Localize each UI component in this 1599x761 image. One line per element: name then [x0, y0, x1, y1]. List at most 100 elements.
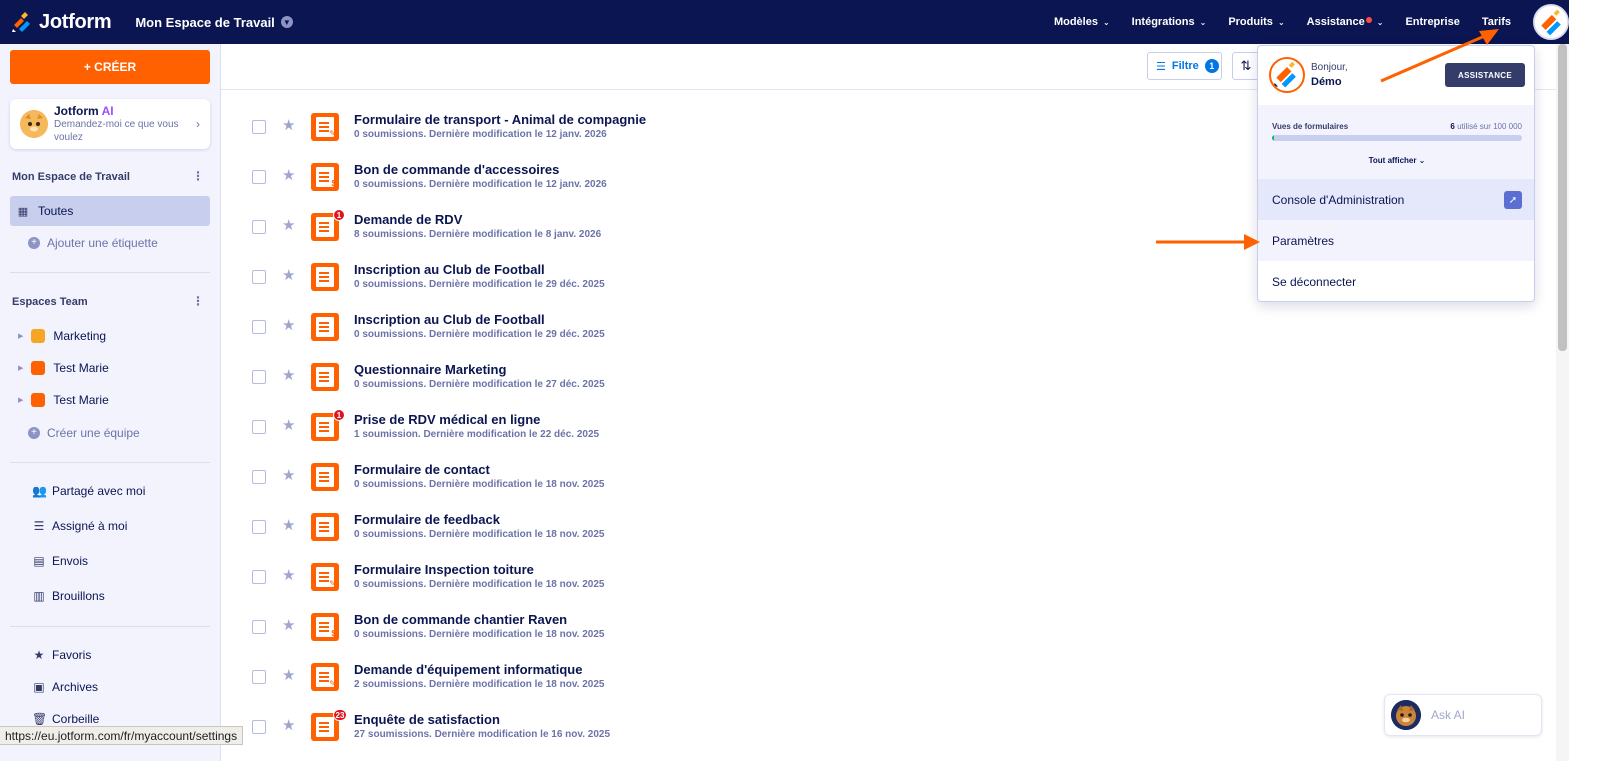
star-icon[interactable]: ★ — [282, 516, 295, 534]
team-item-test-marie[interactable]: ▶ Test Marie — [10, 353, 210, 383]
form-checkbox[interactable] — [252, 220, 266, 234]
star-icon[interactable]: ★ — [282, 116, 295, 134]
form-row[interactable]: ★ ✎ Formulaire Inspection toiture 0 soumiss… — [221, 552, 1261, 602]
sidebar-item-toutes[interactable]: ▦ Toutes — [10, 196, 210, 226]
add-label-button[interactable]: + Ajouter une étiquette — [10, 228, 210, 258]
form-checkbox[interactable] — [252, 320, 266, 334]
form-checkbox[interactable] — [252, 370, 266, 384]
caret-right-icon[interactable]: ▶ — [18, 364, 23, 372]
form-row[interactable]: ★ $ Bon de commande chantier Raven 0 soumis… — [221, 602, 1261, 652]
form-icon-line — [319, 530, 329, 532]
form-icon-line — [319, 726, 329, 728]
form-title[interactable]: Demande d'équipement informatique — [354, 662, 582, 677]
form-row[interactable]: ★ Formulaire de feedback 0 soumissions. De… — [221, 502, 1261, 552]
star-icon[interactable]: ★ — [282, 416, 295, 434]
sidebar-item-favorites[interactable]: ★ Favoris — [32, 640, 92, 670]
sidebar-item-assigned[interactable]: ☰ Assigné à moi — [32, 511, 128, 541]
form-title[interactable]: Demande de RDV — [354, 212, 462, 227]
more-options-icon[interactable]: ⋮ — [192, 294, 204, 308]
form-title[interactable]: Inscription au Club de Football — [354, 262, 545, 277]
form-row[interactable]: ★ Inscription au Club de Football 0 soumis… — [221, 252, 1261, 302]
team-icon — [31, 329, 46, 343]
sidebar-item-sent[interactable]: ▤ Envois — [32, 546, 88, 576]
star-icon[interactable]: ★ — [282, 316, 295, 334]
nav-produits[interactable]: Produits ⌄ — [1228, 16, 1284, 28]
scrollbar-thumb[interactable] — [1558, 44, 1567, 351]
form-title[interactable]: Formulaire de contact — [354, 462, 490, 477]
form-row[interactable]: ★ 1 Demande de RDV 8 soumissions. Dernière … — [221, 202, 1261, 252]
form-row[interactable]: ★ ✎ Demande d'équipement informatique 2 sou… — [221, 652, 1261, 702]
more-options-icon[interactable]: ⋮ — [192, 169, 204, 183]
form-checkbox[interactable] — [252, 470, 266, 484]
form-checkbox[interactable] — [252, 620, 266, 634]
form-checkbox[interactable] — [252, 670, 266, 684]
team-item-marketing[interactable]: ▶ Marketing — [10, 321, 210, 351]
form-row[interactable]: ★ Formulaire de contact 0 soumissions. Der… — [221, 452, 1261, 502]
form-title[interactable]: Bon de commande chantier Raven — [354, 612, 567, 627]
sidebar-item-archives[interactable]: ▣ Archives — [32, 672, 98, 702]
star-icon[interactable]: ★ — [282, 666, 295, 684]
form-title[interactable]: Enquête de satisfaction — [354, 712, 500, 727]
nav-modeles[interactable]: Modèles ⌄ — [1054, 16, 1110, 28]
create-team-button[interactable]: + Créer une équipe — [10, 418, 210, 448]
form-checkbox[interactable] — [252, 120, 266, 134]
show-all-button[interactable]: Tout afficher ⌄ — [1258, 156, 1534, 165]
form-checkbox[interactable] — [252, 270, 266, 284]
team-item-test-marie[interactable]: ▶ Test Marie — [10, 385, 210, 415]
star-icon[interactable]: ★ — [282, 616, 295, 634]
star-icon[interactable]: ★ — [282, 566, 295, 584]
form-title[interactable]: Questionnaire Marketing — [354, 362, 506, 377]
ask-ai-label: Ask AI — [1431, 708, 1466, 722]
form-icon: ✎ — [311, 563, 339, 591]
star-icon[interactable]: ★ — [282, 366, 295, 384]
sort-button[interactable]: ⇅ — [1232, 52, 1260, 80]
caret-right-icon[interactable]: ▶ — [18, 396, 23, 404]
archive-icon: ▣ — [33, 680, 45, 694]
settings-item[interactable]: Paramètres — [1258, 220, 1534, 261]
logout-item[interactable]: Se déconnecter — [1258, 261, 1534, 301]
plus-circle-icon: + — [28, 427, 40, 439]
workspace-switcher[interactable]: Mon Espace de Travail ▼ — [135, 15, 293, 30]
create-button[interactable]: + CRÉER — [10, 50, 210, 84]
team-icon — [31, 361, 46, 375]
star-icon[interactable]: ★ — [282, 716, 295, 734]
form-icon-line — [319, 622, 329, 624]
form-title[interactable]: Inscription au Club de Football — [354, 312, 545, 327]
star-icon[interactable]: ★ — [282, 466, 295, 484]
star-icon[interactable]: ★ — [282, 216, 295, 234]
form-row[interactable]: ★ 23 Enquête de satisfaction 27 soumissions… — [221, 702, 1261, 752]
form-row[interactable]: ★ ✎ Formulaire de transport - Animal de co… — [221, 102, 1261, 152]
form-row[interactable]: ★ $ Bon de commande d'accessoires 0 soumiss… — [221, 152, 1261, 202]
form-row[interactable]: ★ Inscription au Club de Football 0 soumis… — [221, 302, 1261, 352]
ask-ai-button[interactable]: Ask AI — [1384, 694, 1542, 736]
caret-right-icon[interactable]: ▶ — [18, 332, 23, 340]
form-row[interactable]: ★ Questionnaire Marketing 0 soumissions. D… — [221, 352, 1261, 402]
form-checkbox[interactable] — [252, 570, 266, 584]
star-icon[interactable]: ★ — [282, 266, 295, 284]
nav-assistance[interactable]: Assistance ⌄ — [1307, 16, 1384, 28]
jotform-logo[interactable]: Jotform — [11, 11, 112, 34]
annotation-arrow — [1380, 29, 1499, 83]
form-title[interactable]: Prise de RDV médical en ligne — [354, 412, 540, 427]
usage-count: 6 utilisé sur 100 000 — [1450, 122, 1522, 131]
form-checkbox[interactable] — [252, 720, 266, 734]
admin-console-item[interactable]: Console d'Administration ➚ — [1258, 179, 1534, 220]
filter-button[interactable]: ☰ Filtre 1 — [1147, 52, 1222, 80]
star-icon[interactable]: ★ — [282, 166, 295, 184]
form-row[interactable]: ★ 1 Prise de RDV médical en ligne 1 soumiss… — [221, 402, 1261, 452]
form-title[interactable]: Formulaire de feedback — [354, 512, 500, 527]
form-title[interactable]: Formulaire Inspection toiture — [354, 562, 534, 577]
form-checkbox[interactable] — [252, 170, 266, 184]
ai-card-subtitle: Demandez-moi ce que vous voulez — [54, 119, 179, 143]
form-checkbox[interactable] — [252, 420, 266, 434]
sidebar-item-drafts[interactable]: ▥ Brouillons — [32, 581, 104, 611]
form-checkbox[interactable] — [252, 520, 266, 534]
form-icon-line — [319, 426, 329, 428]
form-title[interactable]: Bon de commande d'accessoires — [354, 162, 559, 177]
form-title[interactable]: Formulaire de transport - Animal de comp… — [354, 112, 646, 127]
user-avatar-button[interactable] — [1533, 4, 1569, 40]
form-icon-line — [319, 276, 329, 278]
sidebar-item-shared[interactable]: 👥 Partagé avec moi — [32, 476, 145, 506]
nav-integrations[interactable]: Intégrations ⌄ — [1132, 16, 1207, 28]
jotform-ai-card[interactable]: Jotform AI Demandez-moi ce que vous voul… — [10, 99, 210, 149]
